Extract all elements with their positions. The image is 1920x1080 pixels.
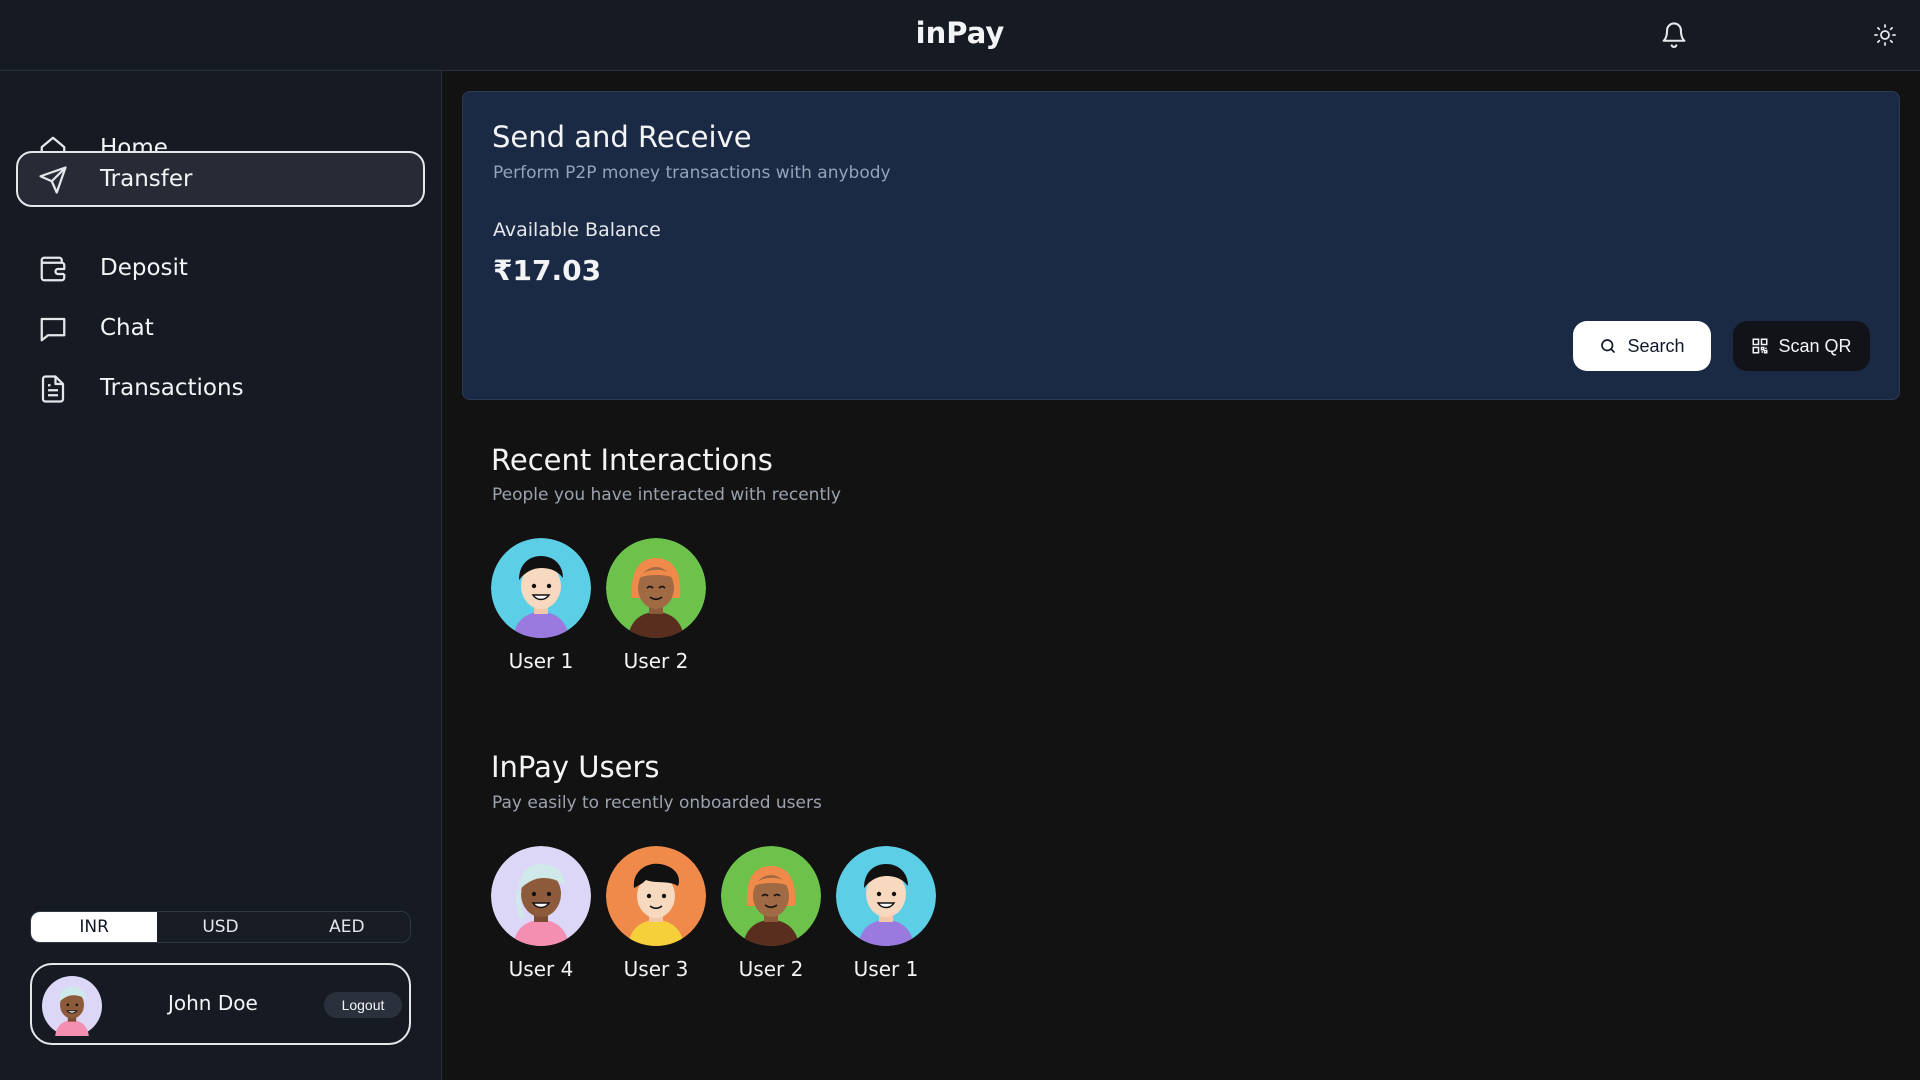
bell-icon[interactable] xyxy=(1657,18,1691,52)
inpay-user-3[interactable]: User 3 xyxy=(605,846,707,986)
balance-label: Available Balance xyxy=(493,219,661,241)
document-icon xyxy=(41,375,65,403)
top-bar: inPay xyxy=(0,0,1920,71)
sidebar-item-transactions[interactable]: Transactions xyxy=(16,360,425,416)
sidebar-item-transfer[interactable]: Transfer xyxy=(16,151,425,207)
chat-icon xyxy=(40,317,66,342)
sidebar: Home Transfer Deposit Chat Transactions … xyxy=(0,71,442,1080)
currency-option-aed[interactable]: AED xyxy=(284,912,410,942)
currency-option-usd[interactable]: USD xyxy=(157,912,283,942)
recent-interactions-subtitle: People you have interacted with recently xyxy=(492,485,841,505)
search-label: Search xyxy=(1627,335,1685,356)
inpay-user-2[interactable]: User 2 xyxy=(720,846,822,986)
card-subtitle: Perform P2P money transactions with anyb… xyxy=(493,163,891,183)
avatar xyxy=(491,846,591,946)
sidebar-item-chat[interactable]: Chat xyxy=(16,300,425,356)
send-receive-card: Send and Receive Perform P2P money trans… xyxy=(462,91,1900,400)
recent-user-1[interactable]: User 1 xyxy=(490,538,592,678)
user-card: John Doe Logout xyxy=(30,963,411,1045)
sidebar-item-label: Transfer xyxy=(100,166,193,192)
avatar xyxy=(606,846,706,946)
user-name: User 1 xyxy=(853,957,919,981)
avatar xyxy=(606,538,706,638)
recent-interactions-title: Recent Interactions xyxy=(491,443,773,477)
user-name: User 4 xyxy=(508,957,574,981)
user-name: User 2 xyxy=(738,957,804,981)
avatar xyxy=(836,846,936,946)
recent-user-2[interactable]: User 2 xyxy=(605,538,707,678)
sidebar-item-label: Deposit xyxy=(100,255,188,281)
search-button[interactable]: Search xyxy=(1573,321,1711,371)
card-title: Send and Receive xyxy=(492,120,752,154)
send-icon xyxy=(39,166,67,194)
user-name: User 3 xyxy=(623,957,689,981)
sidebar-item-label: Chat xyxy=(100,315,154,341)
sun-icon[interactable] xyxy=(1870,20,1900,50)
user-name: User 1 xyxy=(508,649,574,673)
search-icon xyxy=(1601,339,1616,353)
balance-value: ₹17.03 xyxy=(493,254,602,287)
user-name: John Doe xyxy=(168,991,258,1015)
app-title: inPay xyxy=(915,16,1005,50)
sidebar-item-deposit[interactable]: Deposit xyxy=(16,240,425,296)
wallet-icon xyxy=(40,256,66,282)
inpay-user-1[interactable]: User 1 xyxy=(835,846,937,986)
sidebar-item-label: Transactions xyxy=(100,375,244,401)
avatar xyxy=(721,846,821,946)
inpay-users-title: InPay Users xyxy=(491,750,660,784)
logout-button[interactable]: Logout xyxy=(324,992,402,1018)
user-name: User 2 xyxy=(623,649,689,673)
scan-qr-label: Scan QR xyxy=(1778,335,1852,356)
inpay-user-4[interactable]: User 4 xyxy=(490,846,592,986)
inpay-users-subtitle: Pay easily to recently onboarded users xyxy=(492,793,822,813)
avatar xyxy=(491,538,591,638)
scan-qr-button[interactable]: Scan QR xyxy=(1733,321,1870,371)
currency-toggle: INR USD AED xyxy=(30,911,411,943)
avatar xyxy=(42,976,102,1036)
currency-option-inr[interactable]: INR xyxy=(31,912,158,942)
qr-code-icon xyxy=(1752,338,1768,354)
